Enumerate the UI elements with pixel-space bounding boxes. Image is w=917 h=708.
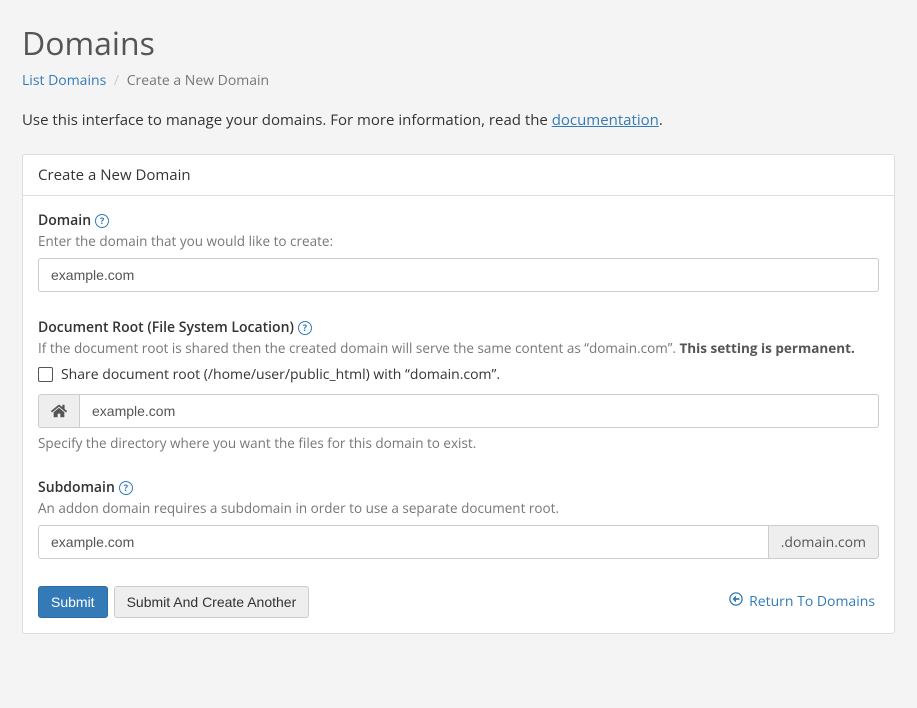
docroot-group: Document Root (File System Location) ? I… [38, 318, 879, 452]
subdomain-hint: An addon domain requires a subdomain in … [38, 499, 879, 517]
share-docroot-label: Share document root (/home/user/public_h… [61, 365, 500, 384]
domain-hint: Enter the domain that you would like to … [38, 232, 879, 250]
return-icon [729, 592, 743, 611]
page-title: Domains [22, 22, 895, 65]
share-docroot-checkbox[interactable] [38, 367, 53, 382]
breadcrumb-separator: / [114, 71, 119, 90]
subdomain-label: Subdomain [38, 478, 115, 497]
submit-and-create-another-button[interactable]: Submit And Create Another [114, 586, 310, 618]
button-row: Submit Submit And Create Another Return … [38, 585, 879, 618]
submit-button[interactable]: Submit [38, 586, 108, 618]
help-icon[interactable]: ? [95, 214, 109, 228]
help-icon[interactable]: ? [298, 321, 312, 335]
domain-group: Domain ? Enter the domain that you would… [38, 211, 879, 292]
breadcrumb: List Domains / Create a New Domain [22, 71, 895, 90]
docroot-input[interactable] [79, 394, 879, 428]
docroot-label: Document Root (File System Location) [38, 318, 294, 337]
return-to-domains-link[interactable]: Return To Domains [725, 585, 879, 618]
domain-label: Domain [38, 211, 91, 230]
subdomain-suffix: .domain.com [769, 525, 879, 559]
intro-text: Use this interface to manage your domain… [22, 110, 895, 130]
intro-suffix: . [659, 110, 663, 130]
panel-title: Create a New Domain [23, 155, 894, 196]
breadcrumb-list-domains-link[interactable]: List Domains [22, 71, 106, 90]
help-icon[interactable]: ? [119, 481, 133, 495]
documentation-link[interactable]: documentation [552, 110, 659, 130]
docroot-below-hint: Specify the directory where you want the… [38, 434, 879, 452]
home-icon [38, 394, 79, 428]
subdomain-input[interactable] [38, 525, 769, 559]
domain-input[interactable] [38, 258, 879, 292]
create-domain-panel: Create a New Domain Domain ? Enter the d… [22, 154, 895, 634]
return-label: Return To Domains [749, 592, 875, 611]
subdomain-group: Subdomain ? An addon domain requires a s… [38, 478, 879, 559]
docroot-hint: If the document root is shared then the … [38, 339, 879, 357]
breadcrumb-current: Create a New Domain [127, 71, 269, 90]
intro-prefix: Use this interface to manage your domain… [22, 110, 552, 130]
